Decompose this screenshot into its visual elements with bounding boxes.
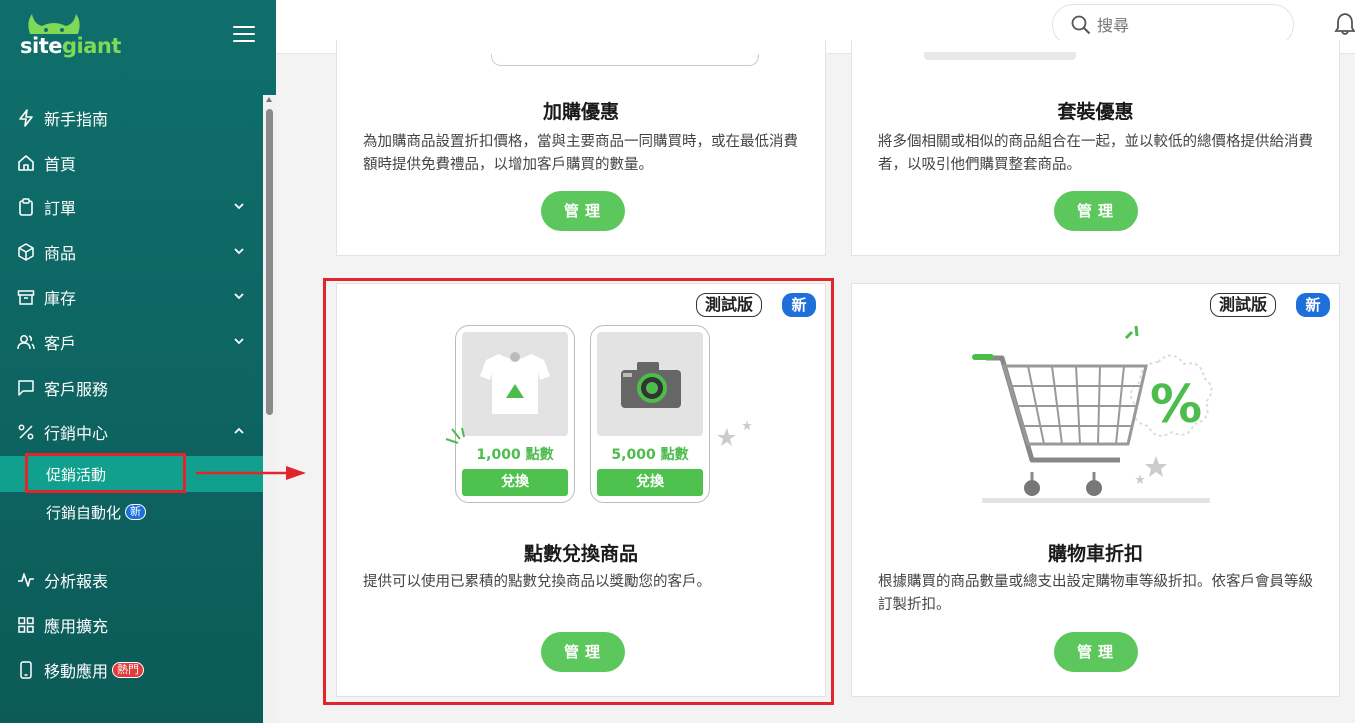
pulse-icon — [16, 570, 36, 590]
sidebar-item-guide[interactable]: 新手指南 — [0, 98, 263, 138]
sidebar-scrollbar[interactable] — [263, 95, 276, 723]
menu-toggle-button[interactable] — [233, 26, 255, 44]
clipboard-icon — [16, 197, 36, 217]
card-title: 加購優惠 — [542, 101, 619, 123]
box-icon — [16, 242, 36, 262]
sidebar-item-home[interactable]: 首頁 — [0, 143, 263, 183]
logo-text: sitegiant — [20, 34, 121, 58]
manage-button[interactable]: 管理 — [541, 191, 625, 231]
sidebar-item-apps[interactable]: 應用擴充 — [0, 605, 263, 645]
card-title: 購物車折扣 — [1047, 543, 1143, 565]
hot-badge: 熱門 — [112, 662, 145, 678]
sidebar-item-mobile-app[interactable]: 移動應用 熱門 — [0, 650, 263, 690]
chevron-up-icon — [234, 427, 244, 434]
chevron-down-icon — [234, 293, 244, 300]
grid-icon — [16, 615, 36, 635]
card-illustration-bottom — [924, 52, 1076, 60]
highlight-box-points-card — [323, 278, 834, 705]
svg-text:%: % — [1150, 375, 1202, 435]
sidebar-item-customers[interactable]: 客戶 — [0, 322, 263, 362]
manage-button[interactable]: 管理 — [1054, 632, 1138, 672]
scroll-up-arrow-icon[interactable] — [266, 97, 272, 102]
chevron-down-icon — [234, 248, 244, 255]
card-description: 將多個相關或相似的商品組合在一起，並以較低的總價格提供給消費者，以吸引他們購買整… — [878, 134, 1313, 173]
sidebar-item-customer-service[interactable]: 客戶服務 — [0, 368, 263, 408]
card-bundle-deal: 套裝優惠 將多個相關或相似的商品組合在一起，並以較低的總價格提供給消費者，以吸引… — [851, 40, 1340, 256]
sitegiant-logo[interactable]: sitegiant — [18, 12, 128, 64]
phone-icon — [16, 660, 36, 680]
shopping-cart-illustration-icon: % — [972, 325, 1213, 503]
chevron-down-icon — [234, 203, 244, 210]
home-icon — [16, 153, 36, 173]
sidebar-item-inventory[interactable]: 庫存 — [0, 277, 263, 317]
scroll-thumb[interactable] — [266, 109, 273, 415]
card-description: 根據購買的商品數量或總支出設定購物車等級折扣。依客戶會員等級訂製折扣。 — [878, 574, 1313, 613]
beta-badge: 測試版 — [1210, 293, 1277, 317]
card-title: 套裝優惠 — [1057, 101, 1134, 123]
annotation-arrow-icon — [196, 466, 306, 480]
card-cart-discount: 測試版 新 % 購物車折扣 根據購買的商品數量或總支出設定購物車等級折扣。依客戶… — [851, 283, 1340, 697]
percent-icon — [16, 422, 36, 442]
bolt-icon — [16, 108, 36, 128]
card-illustration-bottom — [491, 54, 759, 66]
sidebar-item-products[interactable]: 商品 — [0, 232, 263, 272]
card-description: 為加購商品設置折扣價格，當與主要商品一同購買時，或在最低消費額時提供免費禮品，以… — [363, 134, 798, 173]
new-badge: 新 — [125, 504, 147, 520]
chevron-down-icon — [234, 338, 244, 345]
sidebar-item-analytics[interactable]: 分析報表 — [0, 560, 263, 600]
new-badge: 新 — [1296, 293, 1330, 317]
sidebar-subitem-marketing-automation[interactable]: 行銷自動化 新 — [0, 494, 263, 530]
search-input[interactable] — [1097, 15, 1267, 35]
highlight-box-promotions — [25, 453, 186, 493]
bell-icon[interactable] — [1334, 12, 1355, 36]
archive-icon — [16, 287, 36, 307]
card-addon-deal: 加購優惠 為加購商品設置折扣價格，當與主要商品一同購買時，或在最低消費額時提供免… — [336, 40, 826, 256]
sidebar: sitegiant 新手指南 首頁 訂單 商品 庫存 客戶 客戶服務 行銷中心 … — [0, 0, 276, 723]
chat-icon — [16, 378, 36, 398]
sidebar-item-marketing[interactable]: 行銷中心 — [0, 412, 263, 452]
manage-button[interactable]: 管理 — [1054, 191, 1138, 231]
sidebar-item-orders[interactable]: 訂單 — [0, 187, 263, 227]
users-icon — [16, 332, 36, 352]
search-icon — [1071, 15, 1091, 35]
